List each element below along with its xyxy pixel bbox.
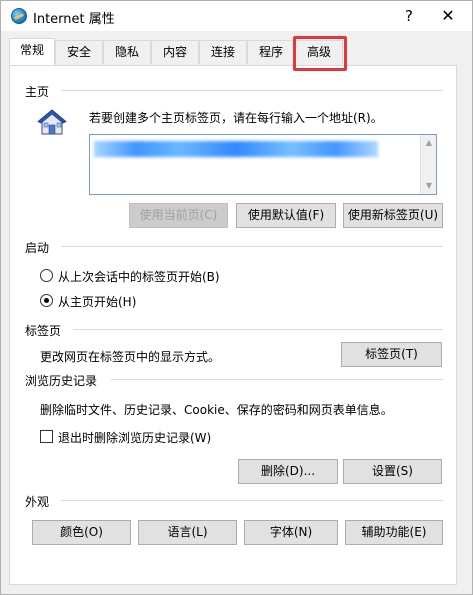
- history-settings-button[interactable]: 设置(S): [343, 459, 442, 484]
- fonts-button[interactable]: 字体(N): [244, 520, 338, 545]
- window-title: Internet 属性: [33, 12, 115, 27]
- close-button[interactable]: ✕: [431, 4, 465, 28]
- tab-strip: 常规 安全 隐私 内容 连接 程序 高级: [9, 38, 449, 66]
- tab-content[interactable]: 内容: [151, 40, 199, 64]
- title-bar: Internet 属性 ? ✕: [1, 1, 472, 31]
- scroll-up-icon[interactable]: ▲: [421, 135, 437, 151]
- delete-on-exit-checkbox[interactable]: [40, 430, 53, 443]
- languages-button[interactable]: 语言(L): [138, 520, 237, 545]
- home-page-instruction: 若要创建多个主页标签页，请在每行输入一个地址(R)。: [89, 111, 383, 125]
- tab-connections[interactable]: 连接: [199, 40, 247, 64]
- delete-history-button[interactable]: 删除(D)...: [238, 459, 338, 484]
- use-new-tab-button[interactable]: 使用新标签页(U): [343, 203, 443, 228]
- history-section-label: 浏览历史记录: [25, 372, 102, 389]
- history-divider: [111, 379, 443, 380]
- tabs-divider: [73, 329, 443, 330]
- url-scrollbar[interactable]: ▲ ▼: [420, 135, 436, 194]
- startup-divider: [61, 246, 443, 247]
- scroll-down-icon[interactable]: ▼: [421, 178, 437, 194]
- tabs-section-label: 标签页: [25, 322, 66, 339]
- obscured-url-text: [94, 141, 378, 157]
- startup-section-label: 启动: [25, 239, 54, 256]
- tab-programs[interactable]: 程序: [247, 40, 295, 64]
- home-page-divider: [61, 90, 443, 91]
- radio-last-session[interactable]: [40, 269, 53, 282]
- history-description: 删除临时文件、历史记录、Cookie、保存的密码和网页表单信息。: [40, 403, 393, 417]
- radio-home-page[interactable]: [40, 294, 53, 307]
- help-button[interactable]: ?: [399, 5, 419, 27]
- accessibility-button[interactable]: 辅助功能(E): [345, 520, 443, 545]
- radio-last-session-label[interactable]: 从上次会话中的标签页开始(B): [58, 268, 220, 285]
- radio-home-page-label[interactable]: 从主页开始(H): [58, 293, 136, 310]
- appearance-divider: [61, 500, 443, 501]
- tab-security[interactable]: 安全: [55, 40, 103, 64]
- home-page-url-textarea[interactable]: ▲ ▼: [89, 134, 437, 195]
- advanced-tab-highlight-box: [293, 36, 347, 71]
- internet-options-dialog: Internet 属性 ? ✕ 常规 安全 隐私 内容 连接 程序 高级 主页 …: [0, 0, 473, 595]
- tabs-description: 更改网页在标签页中的显示方式。: [40, 350, 221, 364]
- use-default-button[interactable]: 使用默认值(F): [236, 203, 336, 228]
- internet-globe-icon: [11, 8, 27, 24]
- home-page-section-label: 主页: [25, 83, 54, 100]
- delete-on-exit-label[interactable]: 退出时删除浏览历史记录(W): [58, 429, 211, 446]
- home-icon: [37, 109, 67, 135]
- colors-button[interactable]: 颜色(O): [32, 520, 131, 545]
- appearance-section-label: 外观: [25, 493, 54, 510]
- tab-privacy[interactable]: 隐私: [103, 40, 151, 64]
- tab-general[interactable]: 常规: [9, 38, 55, 65]
- use-current-button[interactable]: 使用当前页(C): [129, 203, 228, 228]
- tabs-settings-button[interactable]: 标签页(T): [341, 342, 442, 367]
